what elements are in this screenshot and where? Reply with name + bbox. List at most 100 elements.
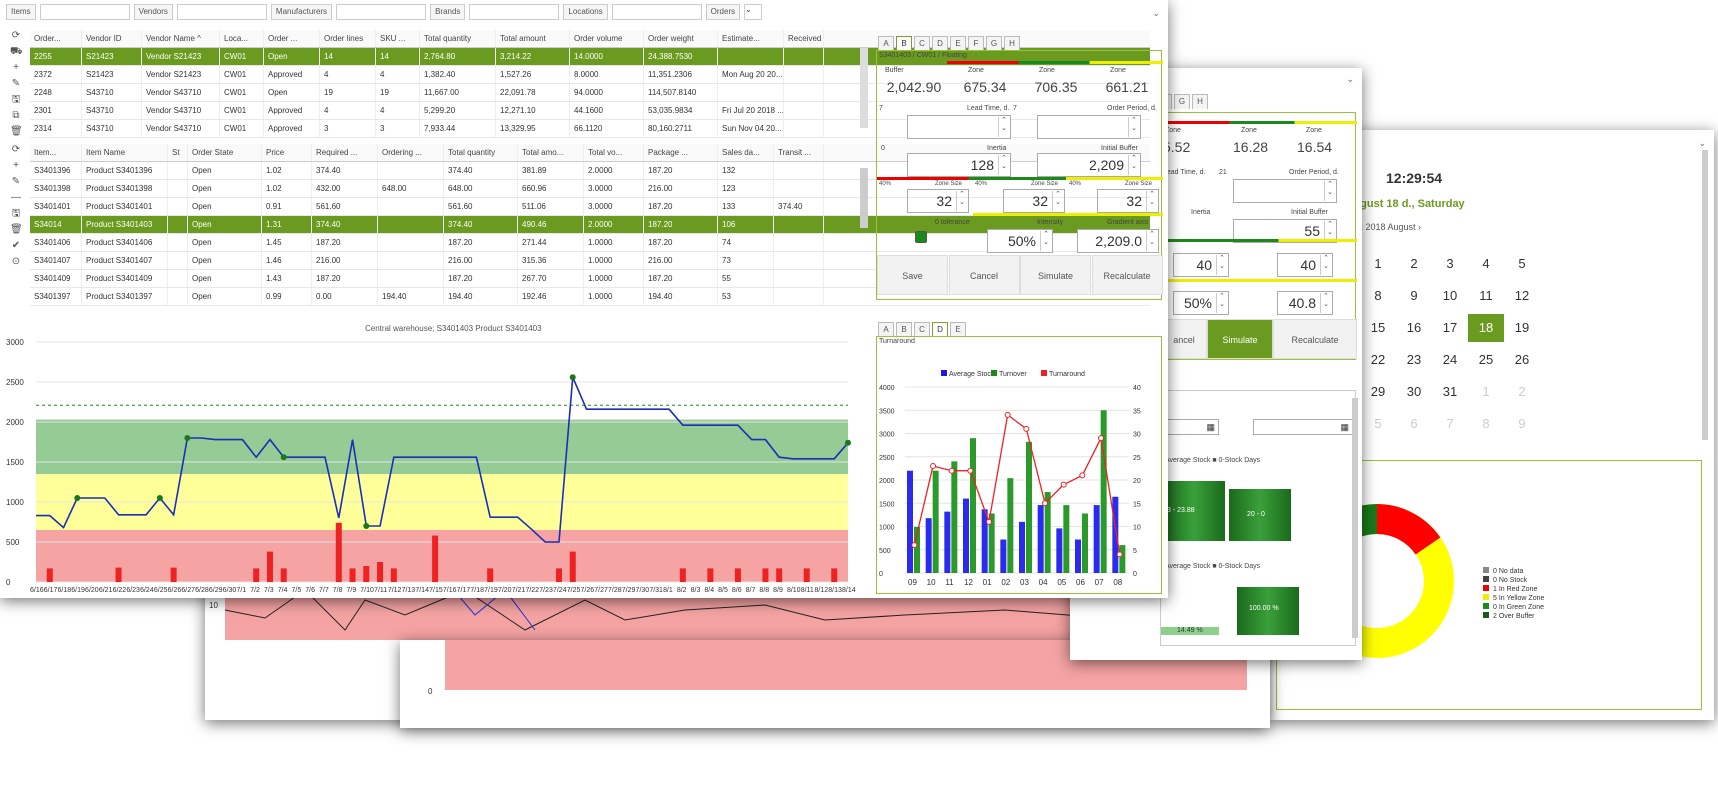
window-dropdown-icon[interactable]: ⌄: [1152, 8, 1160, 19]
calendar-day[interactable]: 8: [1360, 282, 1396, 310]
date-to-input[interactable]: ▦: [1253, 419, 1353, 435]
tab-b[interactable]: B: [896, 36, 912, 51]
intensity-input[interactable]: 50% ⌃ ⌄: [1173, 291, 1229, 315]
line-tool-icon[interactable]: ✔: [10, 240, 22, 252]
line-tool-icon[interactable]: —: [10, 192, 22, 204]
filter-input-manufacturers[interactable]: [336, 4, 427, 20]
inertia-input[interactable]: 128 ⌃ ⌄: [907, 153, 1011, 177]
calendar-day[interactable]: 25: [1468, 346, 1504, 374]
simulate-button[interactable]: Simulate: [1207, 319, 1273, 359]
scrollbar[interactable]: [1702, 150, 1708, 440]
tab-h[interactable]: H: [1192, 94, 1208, 109]
column-header[interactable]: Item Name: [82, 144, 168, 161]
tab-e[interactable]: E: [950, 322, 966, 337]
tab-f[interactable]: F: [968, 36, 984, 51]
order-tool-icon[interactable]: 🖫: [10, 94, 22, 106]
calendar-day[interactable]: 4: [1468, 250, 1504, 278]
line-tool-icon[interactable]: ⟳: [10, 144, 22, 156]
column-header[interactable]: Total vo...: [584, 144, 644, 161]
line-tool-icon[interactable]: ✎: [10, 176, 22, 188]
order-tool-icon[interactable]: ⟳: [10, 30, 22, 42]
filter-input-orders[interactable]: ⌄: [744, 4, 763, 20]
simulate-button[interactable]: Simulate: [1020, 255, 1091, 295]
calendar-day[interactable]: 1: [1468, 378, 1504, 406]
tab-d[interactable]: D: [932, 36, 948, 51]
calendar-day[interactable]: 31: [1432, 378, 1468, 406]
column-header[interactable]: Total quantity: [444, 144, 518, 161]
calendar-day[interactable]: 23: [1396, 346, 1432, 374]
calendar-day[interactable]: 5: [1504, 250, 1540, 278]
order-tool-icon[interactable]: ⧉: [10, 110, 22, 122]
tab-e[interactable]: E: [950, 36, 966, 51]
line-tool-icon[interactable]: 🗑: [10, 224, 23, 236]
window-dropdown-icon[interactable]: ⌄: [1698, 138, 1706, 149]
column-header[interactable]: Item...: [30, 144, 82, 161]
calendar-day[interactable]: 30: [1396, 378, 1432, 406]
tab-g[interactable]: G: [986, 36, 1002, 51]
column-header[interactable]: Ordering ...: [378, 144, 444, 161]
calendar-day[interactable]: 12: [1504, 282, 1540, 310]
calendar-day[interactable]: 29: [1360, 378, 1396, 406]
order-tool-icon[interactable]: 🗑: [10, 126, 23, 138]
calendar-day[interactable]: 16: [1396, 314, 1432, 342]
lead-time-input[interactable]: ⌃ ⌄: [907, 115, 1011, 139]
calendar-icon[interactable]: ▦: [1206, 422, 1215, 433]
tab-b[interactable]: B: [896, 322, 912, 337]
date-from-input[interactable]: ▦: [1161, 419, 1219, 435]
tab-c[interactable]: C: [914, 322, 930, 337]
column-header[interactable]: Loca...: [220, 30, 264, 47]
calendar-day[interactable]: 7: [1432, 410, 1468, 438]
scrollbar[interactable]: [1352, 398, 1358, 638]
column-header[interactable]: Sales da...: [718, 144, 774, 161]
order-tool-icon[interactable]: ⛟: [10, 46, 23, 58]
orders-scrollbar[interactable]: [860, 48, 868, 128]
column-header[interactable]: Required ...: [312, 144, 378, 161]
zone-size-input[interactable]: 32 ⌃ ⌄: [1097, 189, 1159, 213]
initial-buffer-input[interactable]: 2,209 ⌃ ⌄: [1037, 153, 1141, 177]
calendar-day[interactable]: 26: [1504, 346, 1540, 374]
order-tool-icon[interactable]: ✎: [10, 78, 22, 90]
intensity-input[interactable]: 50% ⌃ ⌄: [987, 229, 1053, 253]
column-header[interactable]: Vendor ID: [82, 30, 142, 47]
calendar-day[interactable]: 8: [1468, 410, 1504, 438]
column-header[interactable]: St: [168, 144, 188, 161]
gradient-axis-input[interactable]: 2,209.0 ⌃ ⌄: [1077, 229, 1159, 253]
cancel-button[interactable]: Cancel: [948, 255, 1020, 295]
calendar-icon[interactable]: ▦: [1340, 422, 1349, 433]
column-header[interactable]: Order State: [188, 144, 262, 161]
zone-size-input[interactable]: 40 ⌃ ⌄: [1277, 253, 1333, 277]
calendar-day[interactable]: 10: [1432, 282, 1468, 310]
column-header[interactable]: Total amount: [496, 30, 570, 47]
calendar-day[interactable]: 9: [1504, 410, 1540, 438]
gradient-axis-input[interactable]: 40.8 ⌃ ⌄: [1277, 291, 1333, 315]
column-header[interactable]: Order volume: [570, 30, 644, 47]
recalculate-button[interactable]: Recalculate: [1273, 319, 1357, 359]
calendar-day[interactable]: 17: [1432, 314, 1468, 342]
column-header[interactable]: Order lines: [320, 30, 376, 47]
order-period-input[interactable]: ⌃ ⌄: [1233, 179, 1337, 203]
order-period-input[interactable]: ⌃ ⌄: [1037, 115, 1141, 139]
order-tool-icon[interactable]: +: [10, 62, 22, 74]
calendar-day[interactable]: 9: [1396, 282, 1432, 310]
lines-scrollbar[interactable]: [860, 168, 868, 228]
filter-input-items[interactable]: [39, 4, 130, 20]
column-header[interactable]: Order...: [30, 30, 82, 47]
column-header[interactable]: Order weight: [644, 30, 718, 47]
column-header[interactable]: Transit ...: [774, 144, 824, 161]
calendar-day[interactable]: 2: [1396, 250, 1432, 278]
line-tool-icon[interactable]: +: [10, 160, 22, 172]
calendar-day[interactable]: 24: [1432, 346, 1468, 374]
column-header[interactable]: Total quantity: [420, 30, 496, 47]
tab-a[interactable]: A: [878, 322, 894, 337]
filter-input-vendors[interactable]: [176, 4, 267, 20]
save-button[interactable]: Save: [877, 255, 948, 295]
recalculate-button[interactable]: Recalculate: [1091, 255, 1163, 295]
tab-g[interactable]: G: [1174, 94, 1190, 109]
tab-a[interactable]: A: [878, 36, 894, 51]
calendar-day[interactable]: 3: [1432, 250, 1468, 278]
tab-h[interactable]: H: [1004, 36, 1020, 51]
column-header[interactable]: SKU ...: [376, 30, 420, 47]
calendar-day[interactable]: 2: [1504, 378, 1540, 406]
filter-input-locations[interactable]: [611, 4, 702, 20]
month-selector[interactable]: ‹ 2018 August ›: [1360, 222, 1421, 232]
